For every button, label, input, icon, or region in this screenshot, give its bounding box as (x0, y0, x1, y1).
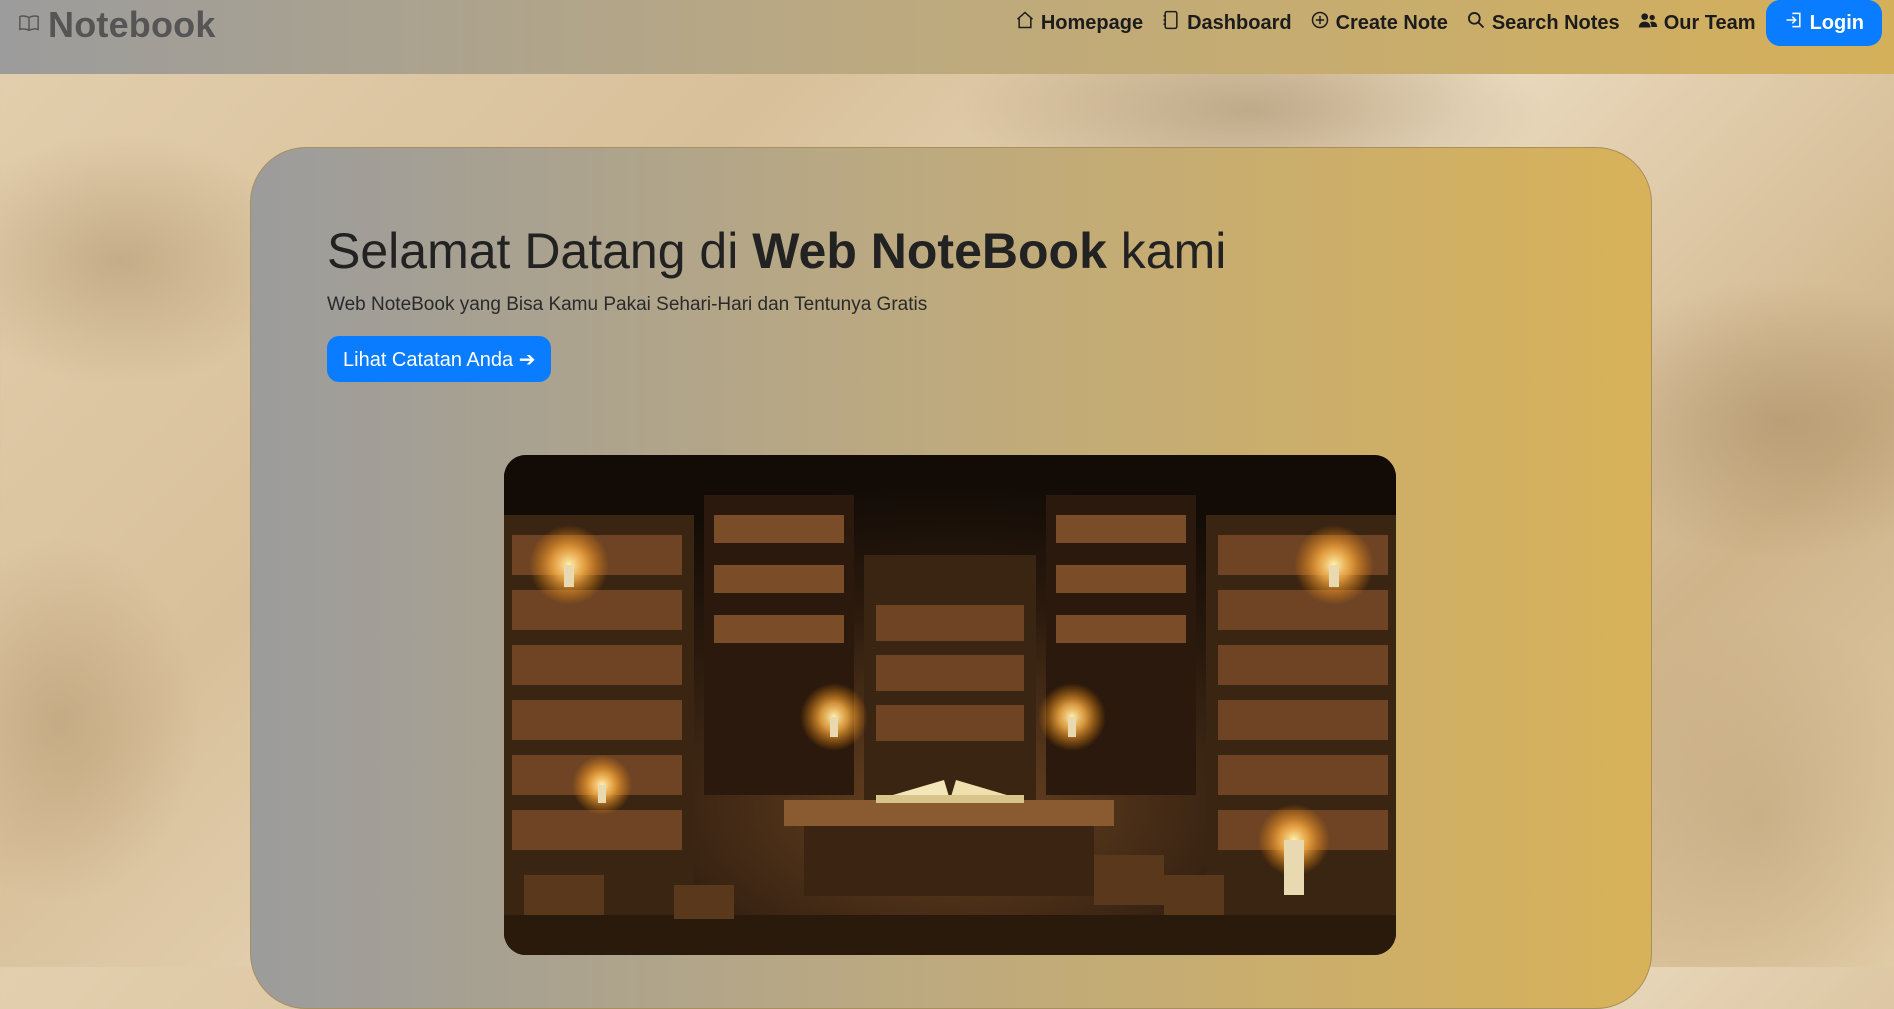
book-icon (18, 12, 40, 39)
nav-homepage-label: Homepage (1040, 11, 1144, 34)
login-icon (1784, 10, 1804, 36)
view-notes-label: Lihat Catatan Anda ➔ (343, 348, 536, 371)
nav-our-team-label: Our Team (1663, 11, 1756, 34)
nav-create-note[interactable]: Create Note (1310, 10, 1448, 36)
nav-homepage[interactable]: Homepage (1015, 10, 1143, 36)
home-icon (1015, 10, 1035, 36)
search-icon (1466, 10, 1486, 36)
library-hero-image (504, 455, 1396, 955)
title-suffix: kami (1106, 223, 1227, 279)
journal-icon (1161, 10, 1181, 36)
page-subtitle: Web NoteBook yang Bisa Kamu Pakai Sehari… (327, 294, 928, 315)
nav-search-notes[interactable]: Search Notes (1466, 10, 1620, 36)
nav-dashboard-label: Dashboard (1187, 11, 1292, 34)
login-button[interactable]: Login (1765, 0, 1882, 46)
brand-name: Notebook (48, 4, 216, 45)
nav-search-notes-label: Search Notes (1491, 11, 1620, 34)
navbar: Notebook Homepage Dashboard Create Note … (0, 0, 1894, 74)
people-icon (1638, 10, 1658, 36)
login-label: Login (1809, 11, 1864, 34)
nav-our-team[interactable]: Our Team (1638, 10, 1756, 36)
title-prefix: Selamat Datang di (327, 223, 753, 279)
plus-circle-icon (1310, 10, 1330, 36)
page-title: Selamat Datang di Web NoteBook kami (327, 222, 1226, 280)
view-notes-button[interactable]: Lihat Catatan Anda ➔ (327, 336, 552, 382)
nav-create-note-label: Create Note (1335, 11, 1448, 34)
nav-dashboard[interactable]: Dashboard (1161, 10, 1292, 36)
title-bold: Web NoteBook (752, 223, 1107, 279)
brand[interactable]: Notebook (18, 4, 216, 46)
main-nav: Homepage Dashboard Create Note Search No… (1015, 0, 1882, 46)
hero-card: Selamat Datang di Web NoteBook kami Web … (250, 147, 1652, 1009)
